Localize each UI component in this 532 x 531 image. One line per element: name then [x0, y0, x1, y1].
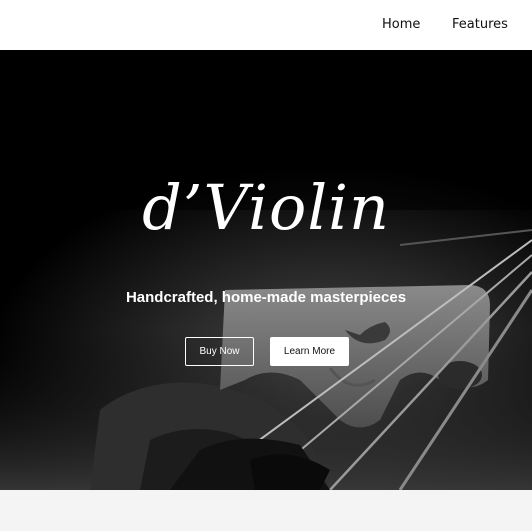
- brand-logo: d’Violin: [142, 171, 390, 244]
- page-section-below-hero: [0, 490, 532, 531]
- nav-link-features[interactable]: Features: [452, 17, 508, 33]
- learn-more-button[interactable]: Learn More: [270, 337, 349, 366]
- buy-now-button[interactable]: Buy Now: [185, 337, 254, 366]
- hero-tagline: Handcrafted, home-made masterpieces: [125, 289, 407, 306]
- nav-link-home[interactable]: Home: [382, 17, 420, 33]
- violin-background-image: [0, 50, 532, 490]
- top-navbar: Home Features: [0, 0, 532, 50]
- hero-section: d’Violin Handcrafted, home-made masterpi…: [0, 50, 532, 490]
